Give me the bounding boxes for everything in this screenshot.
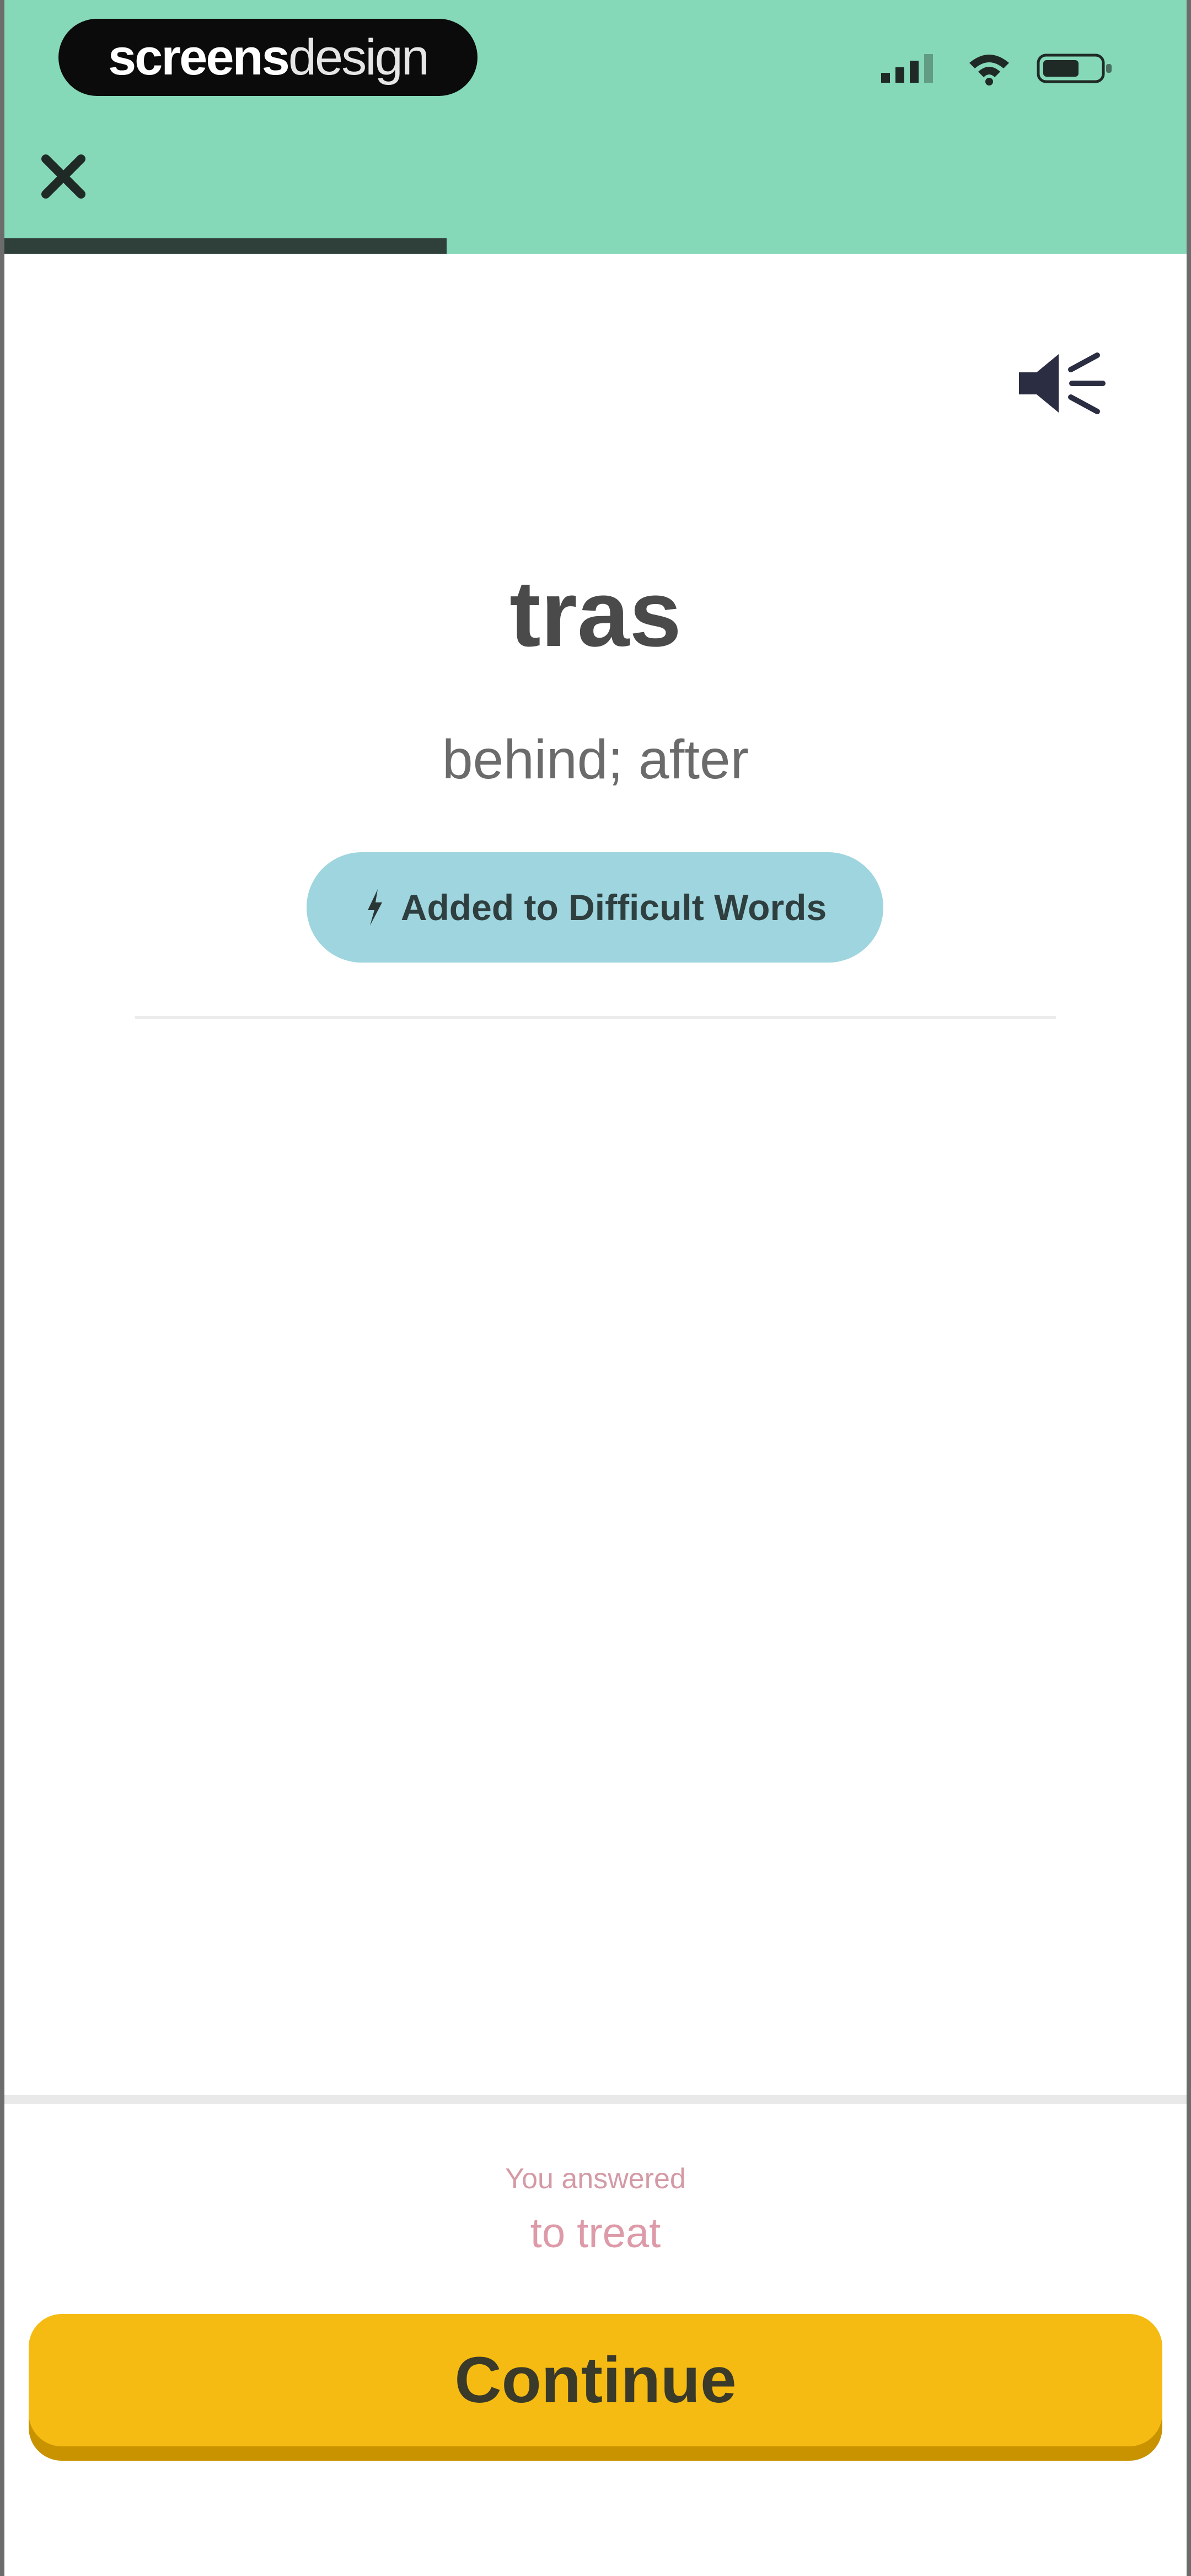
close-button[interactable] (28, 141, 99, 212)
close-icon (41, 154, 85, 199)
progress-bar (0, 238, 1191, 254)
device-frame-left (0, 0, 4, 2576)
target-word: tras (509, 562, 682, 666)
word-meaning: behind; after (442, 729, 749, 790)
footer-separator (0, 2095, 1191, 2104)
difficult-words-badge[interactable]: Added to Difficult Words (307, 852, 883, 963)
device-frame-right (1187, 0, 1191, 2576)
watermark-bold: screens (108, 29, 290, 85)
you-answered-value: to treat (530, 2210, 661, 2257)
battery-icon (1037, 54, 1112, 83)
screen: screens design tras behind; after Added … (0, 0, 1191, 2576)
progress-fill (0, 238, 447, 254)
watermark-light: design (288, 29, 430, 85)
play-audio-button[interactable] (1009, 342, 1114, 425)
difficult-words-label: Added to Difficult Words (400, 887, 827, 928)
signal-icon (881, 54, 933, 83)
divider (135, 1016, 1056, 1019)
status-bar (881, 51, 1114, 86)
watermark-logo: screens design (58, 19, 478, 96)
continue-button[interactable]: Continue (29, 2314, 1162, 2446)
lightning-icon (367, 889, 382, 926)
you-answered-label: You answered (505, 2163, 686, 2195)
wifi-icon (969, 55, 1009, 85)
top-bar: screens design (0, 0, 1191, 254)
speaker-icon (1019, 352, 1106, 414)
